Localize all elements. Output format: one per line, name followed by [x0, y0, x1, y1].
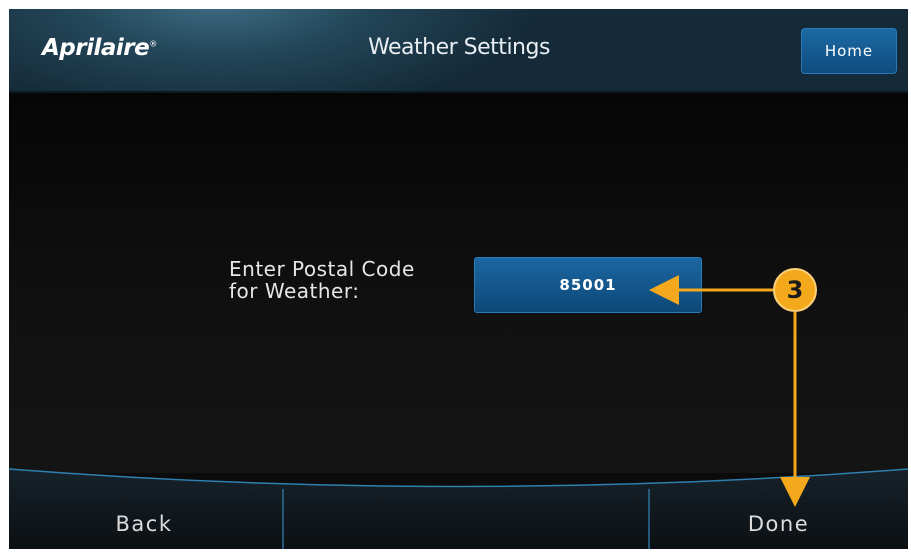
thermostat-screen: Aprilaire® Weather Settings Home Enter P… [9, 9, 908, 549]
step-3-badge: 3 [773, 268, 817, 312]
annotation-arrows [649, 275, 810, 507]
